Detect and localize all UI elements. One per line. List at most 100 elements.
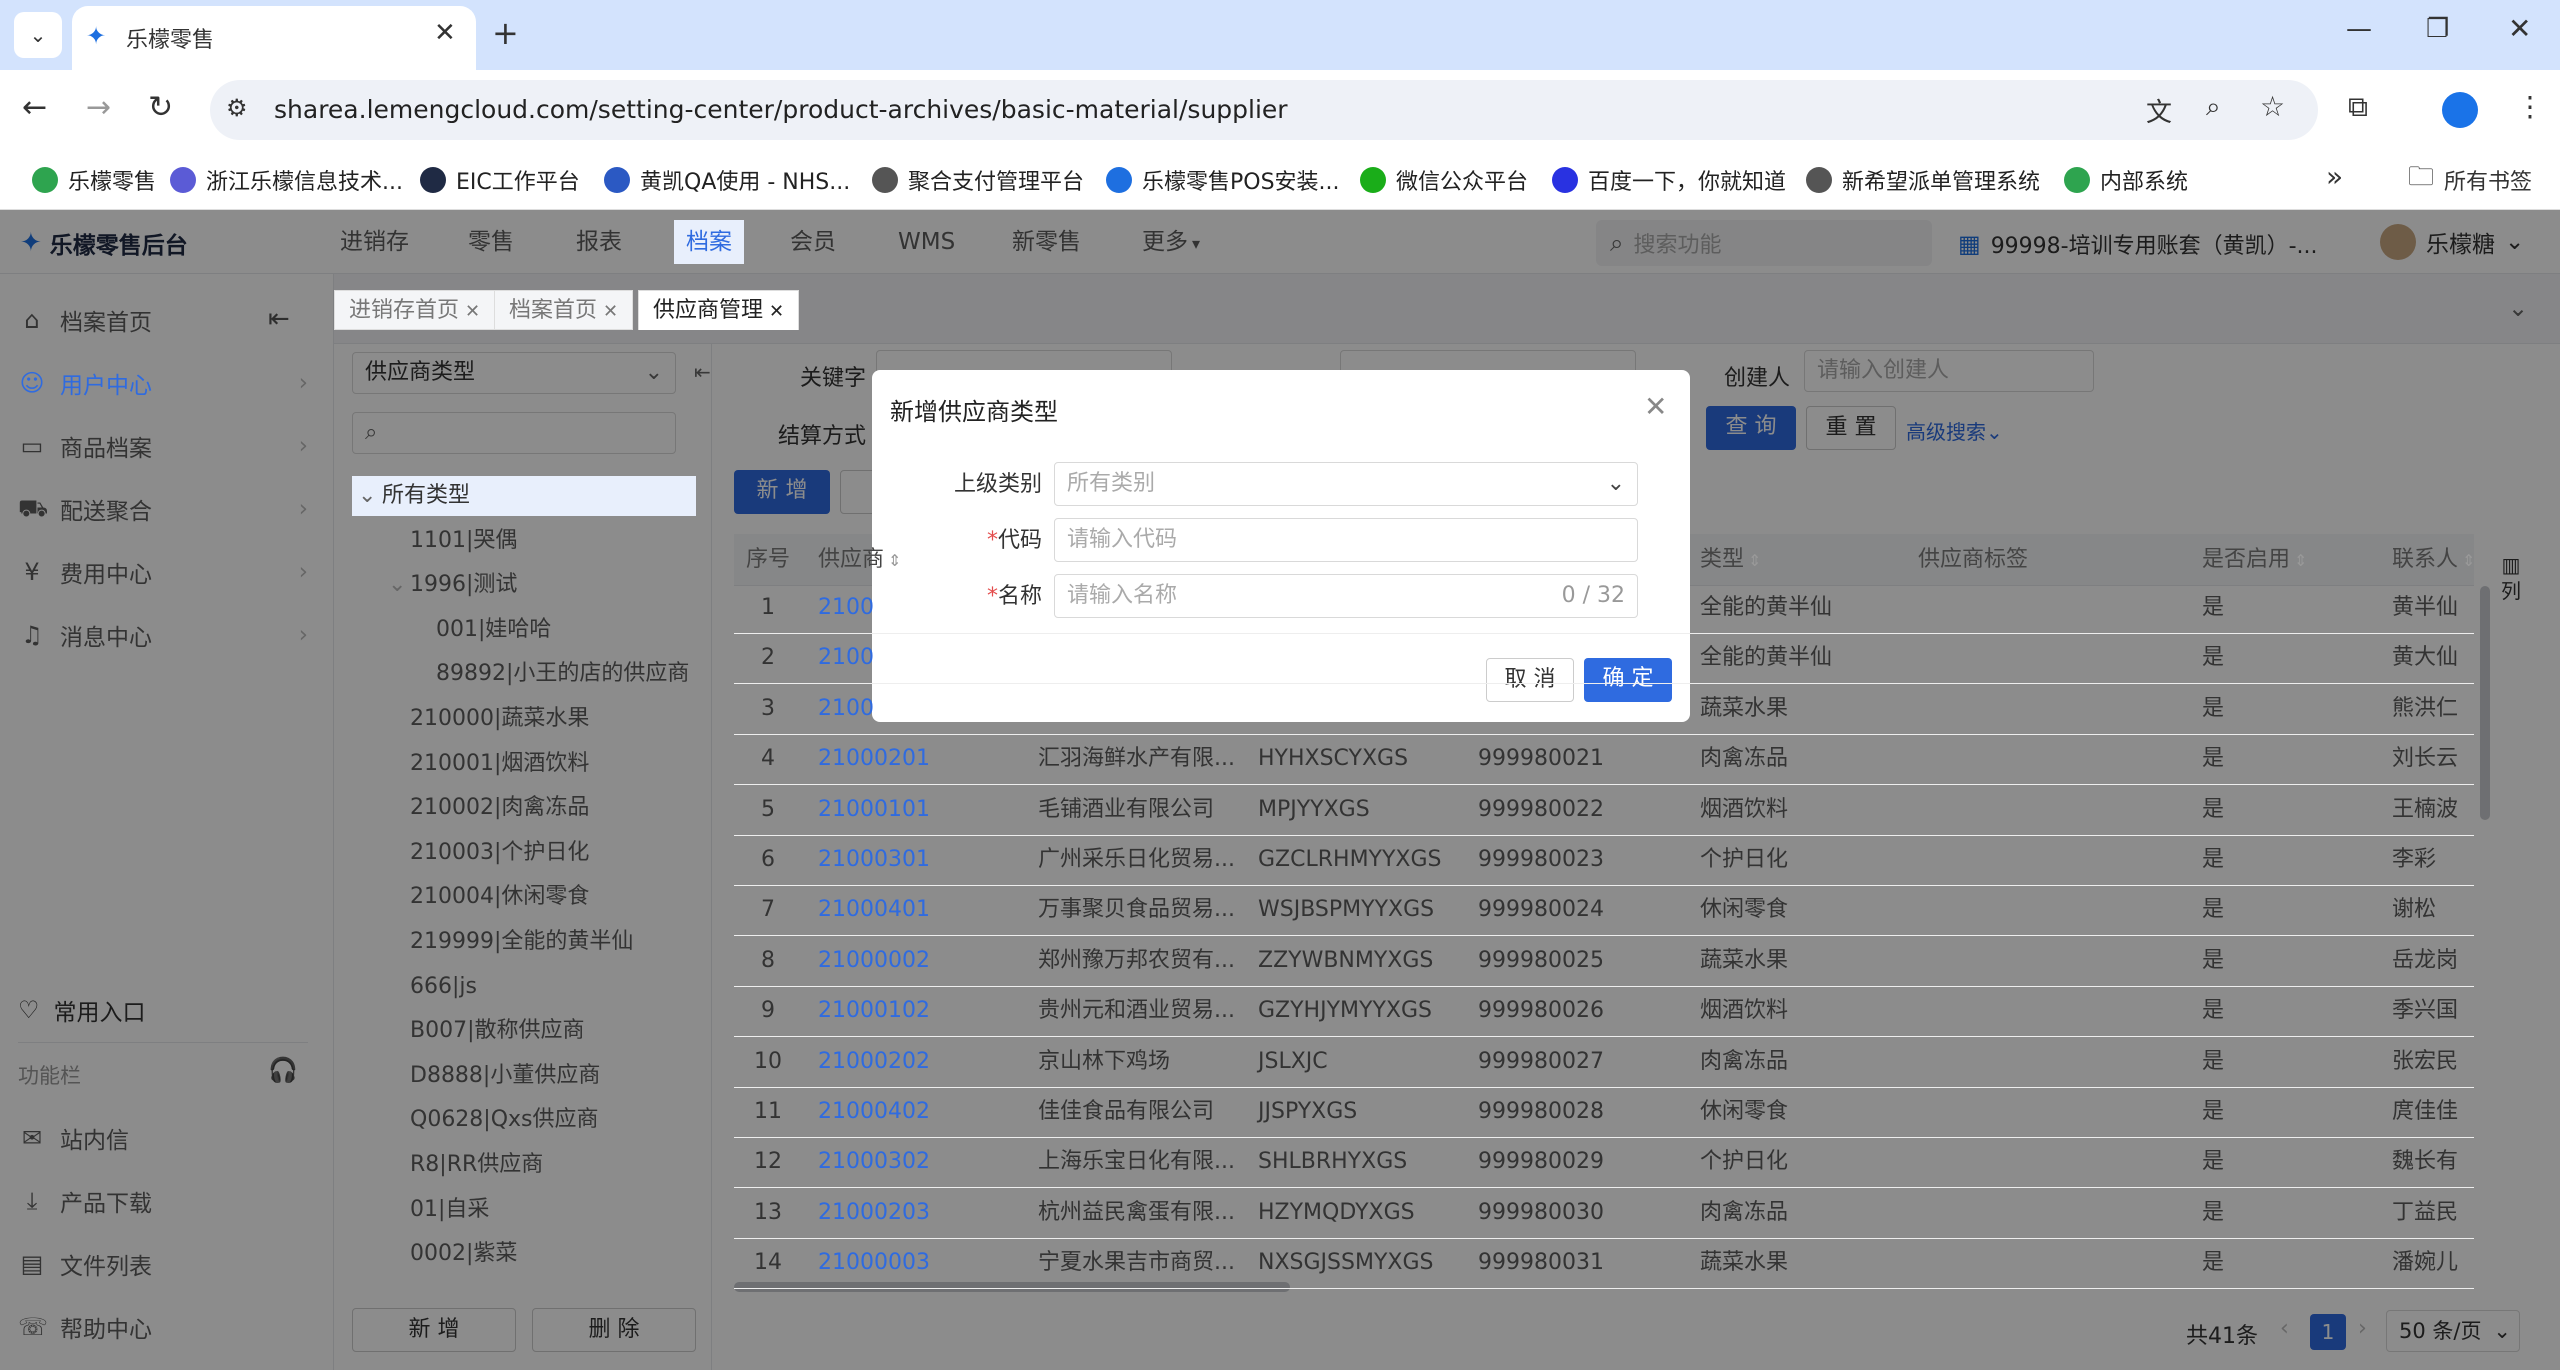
- extensions-icon[interactable]: ⧉: [2348, 90, 2368, 124]
- url-field[interactable]: ⚙ sharea.lemengcloud.com/setting-center/…: [210, 80, 2318, 140]
- table-cell-code[interactable]: 2100: [818, 691, 874, 727]
- bookmark-item[interactable]: 新希望派单管理系统: [1806, 162, 2040, 198]
- bookmark-item[interactable]: 浙江乐檬信息技术...: [170, 162, 403, 198]
- tree-node[interactable]: 210000|蔬菜水果: [410, 699, 589, 739]
- table-cell-code[interactable]: 21000102: [818, 993, 930, 1029]
- sort-icon[interactable]: ⇕: [2462, 551, 2475, 570]
- close-window-icon[interactable]: ✕: [2508, 12, 2531, 45]
- browser-tab[interactable]: ✦ 乐檬零售 ✕: [72, 6, 476, 70]
- sidebar-item[interactable]: ▭ 商品档案 ›: [18, 418, 308, 474]
- table-header-cell[interactable]: 是否启用 ⇕: [2202, 540, 2307, 580]
- bookmark-star-icon[interactable]: ☆: [2260, 90, 2285, 123]
- code-input[interactable]: 请输入代码: [1054, 518, 1638, 562]
- sidebar-bottom-item[interactable]: ⤓ 产品下载: [18, 1173, 308, 1229]
- bookmark-item[interactable]: 内部系统: [2064, 162, 2188, 198]
- table-header-cell[interactable]: 序号: [746, 540, 790, 580]
- minimize-icon[interactable]: —: [2346, 14, 2372, 44]
- table-cell-code[interactable]: 21000002: [818, 943, 930, 979]
- tree-node[interactable]: ⌄ 1996|测试: [388, 565, 517, 605]
- tree-node[interactable]: 0002|紫菜: [410, 1234, 517, 1274]
- sort-icon[interactable]: ⇕: [1748, 551, 1761, 570]
- sort-icon[interactable]: ⇕: [2294, 551, 2307, 570]
- more-bookmarks-icon[interactable]: »: [2326, 160, 2343, 193]
- zoom-icon[interactable]: ⌕: [2206, 92, 2221, 123]
- sidebar-bottom-item[interactable]: ✉ 站内信: [18, 1110, 308, 1166]
- nav-tab[interactable]: 报表: [576, 210, 622, 274]
- reload-icon[interactable]: ↻: [148, 90, 173, 125]
- back-icon[interactable]: ←: [22, 90, 47, 125]
- table-cell-code[interactable]: 21000302: [818, 1144, 930, 1180]
- nav-tab[interactable]: 进销存: [340, 210, 409, 274]
- tree-node[interactable]: ⌄ 所有类型: [352, 476, 696, 516]
- table-header-cell[interactable]: 供应商 ⇕: [818, 540, 901, 580]
- bookmark-item[interactable]: 乐檬零售: [32, 162, 156, 198]
- tree-node[interactable]: 001|娃哈哈: [436, 610, 551, 650]
- forward-icon[interactable]: →: [86, 90, 111, 125]
- table-cell-code[interactable]: 21000301: [818, 842, 930, 878]
- sort-icon[interactable]: ⇕: [888, 551, 901, 570]
- all-bookmarks[interactable]: 🗀 所有书签: [2408, 162, 2532, 198]
- tree-node[interactable]: 01|自采: [410, 1190, 489, 1230]
- dialog-close-icon[interactable]: ✕: [1644, 390, 1667, 423]
- table-header-cell[interactable]: 供应商标签: [1918, 540, 2028, 580]
- new-tab-button[interactable]: +: [492, 14, 519, 52]
- bookmark-item[interactable]: 聚合支付管理平台: [872, 162, 1084, 198]
- chevron-down-icon[interactable]: ⌄: [358, 476, 376, 516]
- tree-node[interactable]: 1101|哭偶: [410, 521, 517, 561]
- page-tab[interactable]: 供应商管理 ✕: [638, 290, 800, 330]
- parent-category-select[interactable]: 所有类别 ⌄: [1054, 462, 1638, 506]
- tree-node[interactable]: 210004|休闲零食: [410, 877, 589, 917]
- translate-icon[interactable]: 文: [2146, 92, 2172, 129]
- tree-node[interactable]: 210001|烟酒饮料: [410, 744, 589, 784]
- table-header-cell[interactable]: 类型 ⇕: [1700, 540, 1761, 580]
- sidebar-bottom-item[interactable]: ☏ 帮助中心: [18, 1299, 308, 1355]
- tree-node[interactable]: D8888|小董供应商: [410, 1056, 600, 1096]
- tree-node[interactable]: 219999|全能的黄半仙: [410, 922, 633, 962]
- table-cell-code[interactable]: 21000003: [818, 1245, 930, 1281]
- bookmark-item[interactable]: 黄凯QA使用 - NHS...: [604, 162, 850, 198]
- sidebar-item[interactable]: ♫ 消息中心 ›: [18, 607, 308, 663]
- close-tab-icon[interactable]: ✕: [434, 18, 456, 48]
- tree-node[interactable]: 210003|个护日化: [410, 833, 589, 873]
- nav-tab[interactable]: 新零售: [1012, 210, 1081, 274]
- browser-menu-icon[interactable]: ⋮: [2516, 90, 2544, 123]
- tree-node[interactable]: B007|散称供应商: [410, 1011, 585, 1051]
- page-tab[interactable]: 进销存首页 ✕: [334, 290, 496, 330]
- close-tab-icon[interactable]: ✕: [603, 301, 618, 322]
- sidebar-bottom-item[interactable]: ▤ 文件列表: [18, 1236, 308, 1292]
- bookmark-item[interactable]: 微信公众平台: [1360, 162, 1528, 198]
- sidebar-item[interactable]: ⌂ 档案首页: [18, 292, 308, 348]
- tree-node[interactable]: 666|js: [410, 967, 477, 1007]
- nav-tab[interactable]: 会员: [790, 210, 836, 274]
- nav-tab[interactable]: 档案: [674, 220, 744, 264]
- site-info-icon[interactable]: ⚙: [226, 94, 248, 122]
- nav-tab[interactable]: 零售: [468, 210, 514, 274]
- sidebar-item[interactable]: ☺ 用户中心 ›: [18, 355, 308, 411]
- table-cell-code[interactable]: 21000402: [818, 1094, 930, 1130]
- table-cell-code[interactable]: 21000202: [818, 1044, 930, 1080]
- nav-tab[interactable]: WMS: [898, 210, 955, 274]
- profile-avatar[interactable]: [2442, 92, 2478, 128]
- tree-node[interactable]: Q0628|Qxs供应商: [410, 1100, 599, 1140]
- bookmark-item[interactable]: 乐檬零售POS安装...: [1106, 162, 1340, 198]
- bookmark-item[interactable]: 百度一下，你就知道: [1552, 162, 1786, 198]
- table-cell-code[interactable]: 21000401: [818, 892, 930, 928]
- sidebar-item[interactable]: ⛟ 配送聚合 ›: [18, 481, 308, 537]
- table-cell-code[interactable]: 21000101: [818, 792, 930, 828]
- close-tab-icon[interactable]: ✕: [769, 301, 784, 322]
- sidebar-item[interactable]: ¥ 费用中心 ›: [18, 544, 308, 600]
- restore-icon[interactable]: ❐: [2426, 14, 2449, 44]
- close-tab-icon[interactable]: ✕: [465, 301, 480, 322]
- tree-node[interactable]: 210002|肉禽冻品: [410, 788, 589, 828]
- table-cell-code[interactable]: 2100: [818, 640, 874, 676]
- table-cell-code[interactable]: 2100: [818, 590, 874, 626]
- nav-tab[interactable]: 更多 ▾: [1142, 210, 1200, 274]
- table-header-cell[interactable]: 联系人 ⇕: [2392, 540, 2475, 580]
- tree-node[interactable]: R8|RR供应商: [410, 1145, 543, 1185]
- bookmark-item[interactable]: EIC工作平台: [420, 162, 580, 198]
- tab-list-button[interactable]: ⌄: [14, 12, 62, 58]
- tree-node[interactable]: 89892|小王的店的供应商: [436, 654, 689, 694]
- page-tab[interactable]: 档案首页 ✕: [494, 290, 634, 330]
- table-cell-code[interactable]: 21000203: [818, 1195, 930, 1231]
- table-cell-code[interactable]: 21000201: [818, 741, 930, 777]
